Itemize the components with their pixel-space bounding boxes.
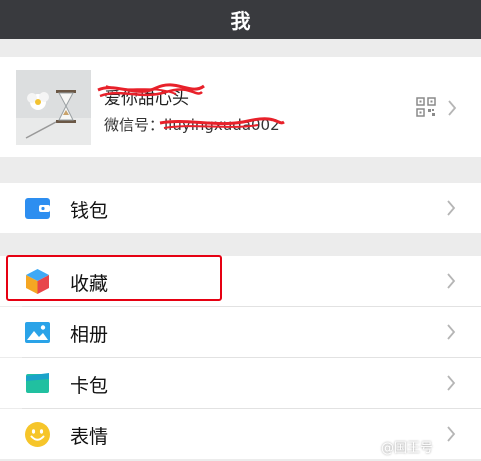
- chevron-right-icon: [447, 324, 456, 340]
- chevron-right-icon: [447, 200, 456, 216]
- chevron-right-icon: [447, 375, 456, 391]
- menu-label-wallet: 钱包: [70, 200, 109, 222]
- menu-item-cards[interactable]: 卡包: [0, 358, 481, 408]
- watermark-text: @国王号: [381, 441, 434, 456]
- menu-item-album[interactable]: 相册: [0, 307, 481, 357]
- watermark: @国王号: [363, 437, 433, 456]
- smiley-icon: [25, 422, 50, 447]
- card-icon: [26, 373, 49, 393]
- watermark-logo-icon: [363, 439, 377, 454]
- qr-code-icon[interactable]: [416, 97, 436, 117]
- avatar[interactable]: [16, 70, 91, 145]
- photo-icon: [25, 322, 50, 343]
- menu-label-cards: 卡包: [70, 375, 109, 397]
- wechat-id: 微信号：liuyingxuda002: [104, 116, 280, 134]
- page-title: 我: [230, 9, 251, 33]
- wallet-icon: [25, 198, 50, 219]
- menu-item-wallet[interactable]: 钱包: [0, 183, 481, 233]
- chevron-right-icon: [448, 100, 457, 116]
- chevron-right-icon: [447, 426, 456, 442]
- menu-label-album: 相册: [70, 324, 109, 346]
- title-bar: 我: [0, 0, 481, 39]
- profile-name: 爱你甜心头: [104, 89, 189, 109]
- chevron-right-icon: [447, 273, 456, 289]
- highlight-box: [6, 255, 222, 301]
- menu-label-stickers: 表情: [70, 426, 109, 448]
